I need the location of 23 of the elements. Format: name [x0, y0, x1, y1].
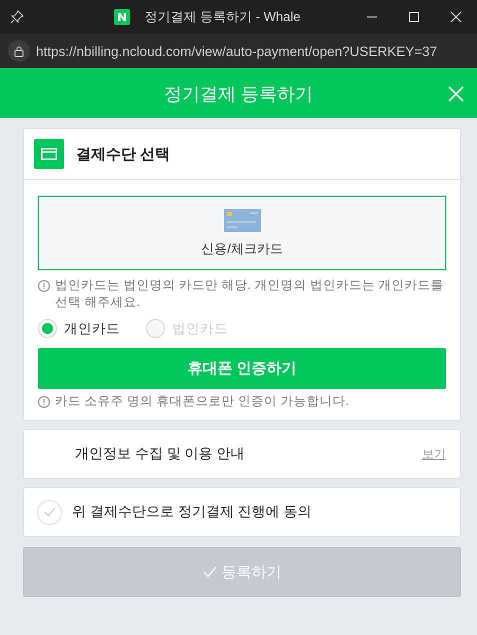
- notice-text: 법인카드는 법인명의 카드만 해당. 개인명의 법인카드는 개인카드를 선택 해주세요.: [55, 277, 444, 311]
- info-icon: [38, 280, 50, 292]
- agree-label: 위 결제수단으로 정기결제 진행에 동의: [72, 503, 313, 521]
- notice-text: 카드 소유주 명의 휴대폰으로만 인증이 가능합니다.: [55, 393, 349, 410]
- credit-card-icon: [224, 208, 260, 232]
- page-title: 정기결제 등록하기: [164, 83, 313, 106]
- lock-icon[interactable]: [8, 40, 30, 62]
- card-icon: [34, 139, 64, 169]
- privacy-label: 개인정보 수집 및 이용 안내: [74, 445, 246, 463]
- window-title: 정기결제 등록하기 - Whale: [144, 8, 300, 26]
- payment-method-option[interactable]: 신용/체크카드: [38, 196, 446, 270]
- close-window-icon[interactable]: [450, 11, 462, 23]
- phone-verify-button[interactable]: 휴대폰 인증하기: [38, 348, 446, 389]
- pin-icon[interactable]: [10, 10, 24, 24]
- check-icon: [44, 507, 56, 517]
- check-icon: [202, 566, 216, 578]
- section-title: 결제수단 선택: [76, 144, 170, 164]
- view-link[interactable]: 보기: [422, 446, 446, 462]
- app-logo-icon: [114, 9, 130, 25]
- card-type-radio[interactable]: 개인카드: [38, 319, 120, 338]
- agree-checkbox[interactable]: [37, 500, 62, 524]
- maximize-icon[interactable]: [408, 11, 420, 23]
- info-icon: [38, 396, 50, 408]
